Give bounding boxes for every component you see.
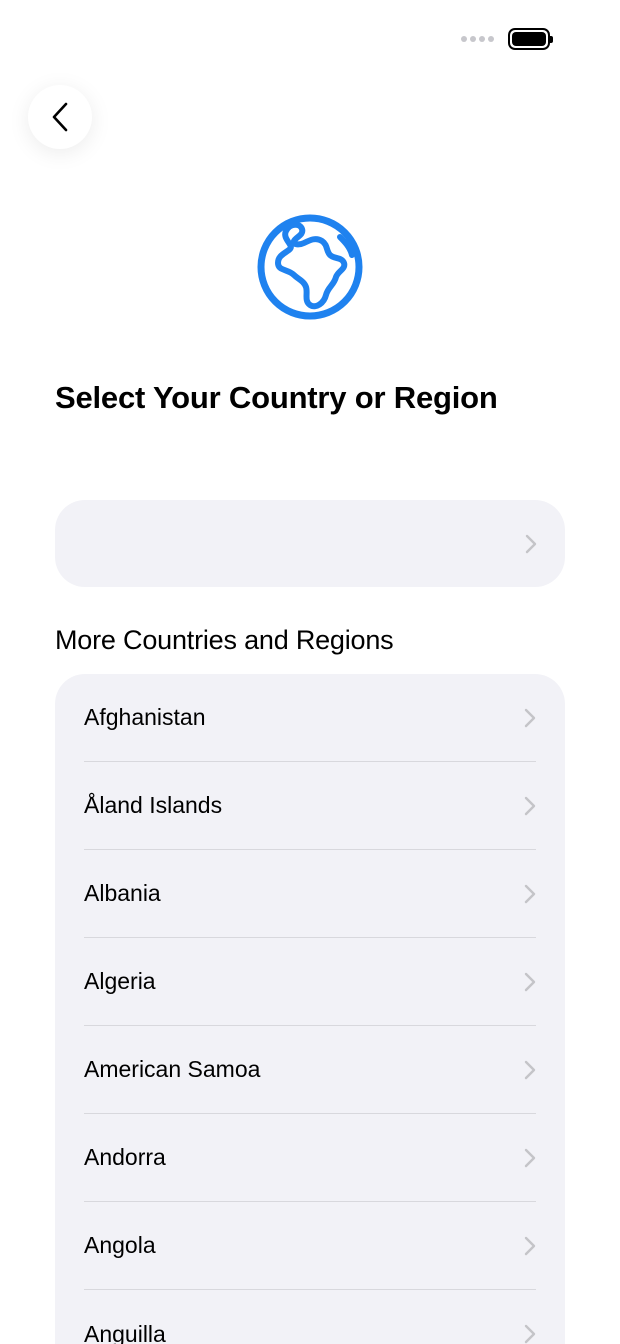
list-item[interactable]: Åland Islands	[84, 762, 536, 850]
list-item[interactable]: Albania	[84, 850, 536, 938]
page-title: Select Your Country or Region	[55, 380, 498, 415]
chevron-right-icon	[524, 1148, 536, 1167]
list-item[interactable]: Anguilla	[84, 1290, 536, 1344]
section-header: More Countries and Regions	[55, 625, 394, 655]
chevron-left-icon	[52, 102, 68, 132]
country-list: Afghanistan Åland Islands Albania Algeri…	[55, 674, 565, 1344]
country-label: Angola	[84, 1232, 156, 1258]
chevron-right-icon	[524, 796, 536, 815]
country-label: Anguilla	[84, 1320, 166, 1344]
chevron-right-icon	[524, 972, 536, 991]
country-label: Algeria	[84, 968, 156, 994]
country-label: American Samoa	[84, 1056, 261, 1082]
list-item[interactable]: Algeria	[84, 938, 536, 1026]
country-label: Afghanistan	[84, 704, 206, 730]
country-selection-screen: Select Your Country or Region More Count…	[0, 0, 620, 1344]
list-item[interactable]: American Samoa	[84, 1026, 536, 1114]
battery-icon	[508, 28, 553, 50]
country-label: Albania	[84, 880, 161, 906]
chevron-right-icon	[524, 1236, 536, 1255]
chevron-right-icon	[524, 1324, 536, 1344]
status-bar	[461, 28, 553, 50]
list-item[interactable]: Afghanistan	[84, 674, 536, 762]
list-item[interactable]: Andorra	[84, 1114, 536, 1202]
globe-icon	[257, 214, 363, 320]
country-label: Andorra	[84, 1144, 166, 1170]
chevron-right-icon	[524, 1060, 536, 1079]
back-button[interactable]	[28, 85, 92, 149]
country-label: Åland Islands	[84, 792, 223, 818]
chevron-right-icon	[524, 708, 536, 727]
suggested-country-row[interactable]	[55, 500, 565, 587]
chevron-right-icon	[525, 534, 537, 553]
signal-icon	[461, 36, 494, 42]
list-item[interactable]: Angola	[84, 1202, 536, 1290]
chevron-right-icon	[524, 884, 536, 903]
